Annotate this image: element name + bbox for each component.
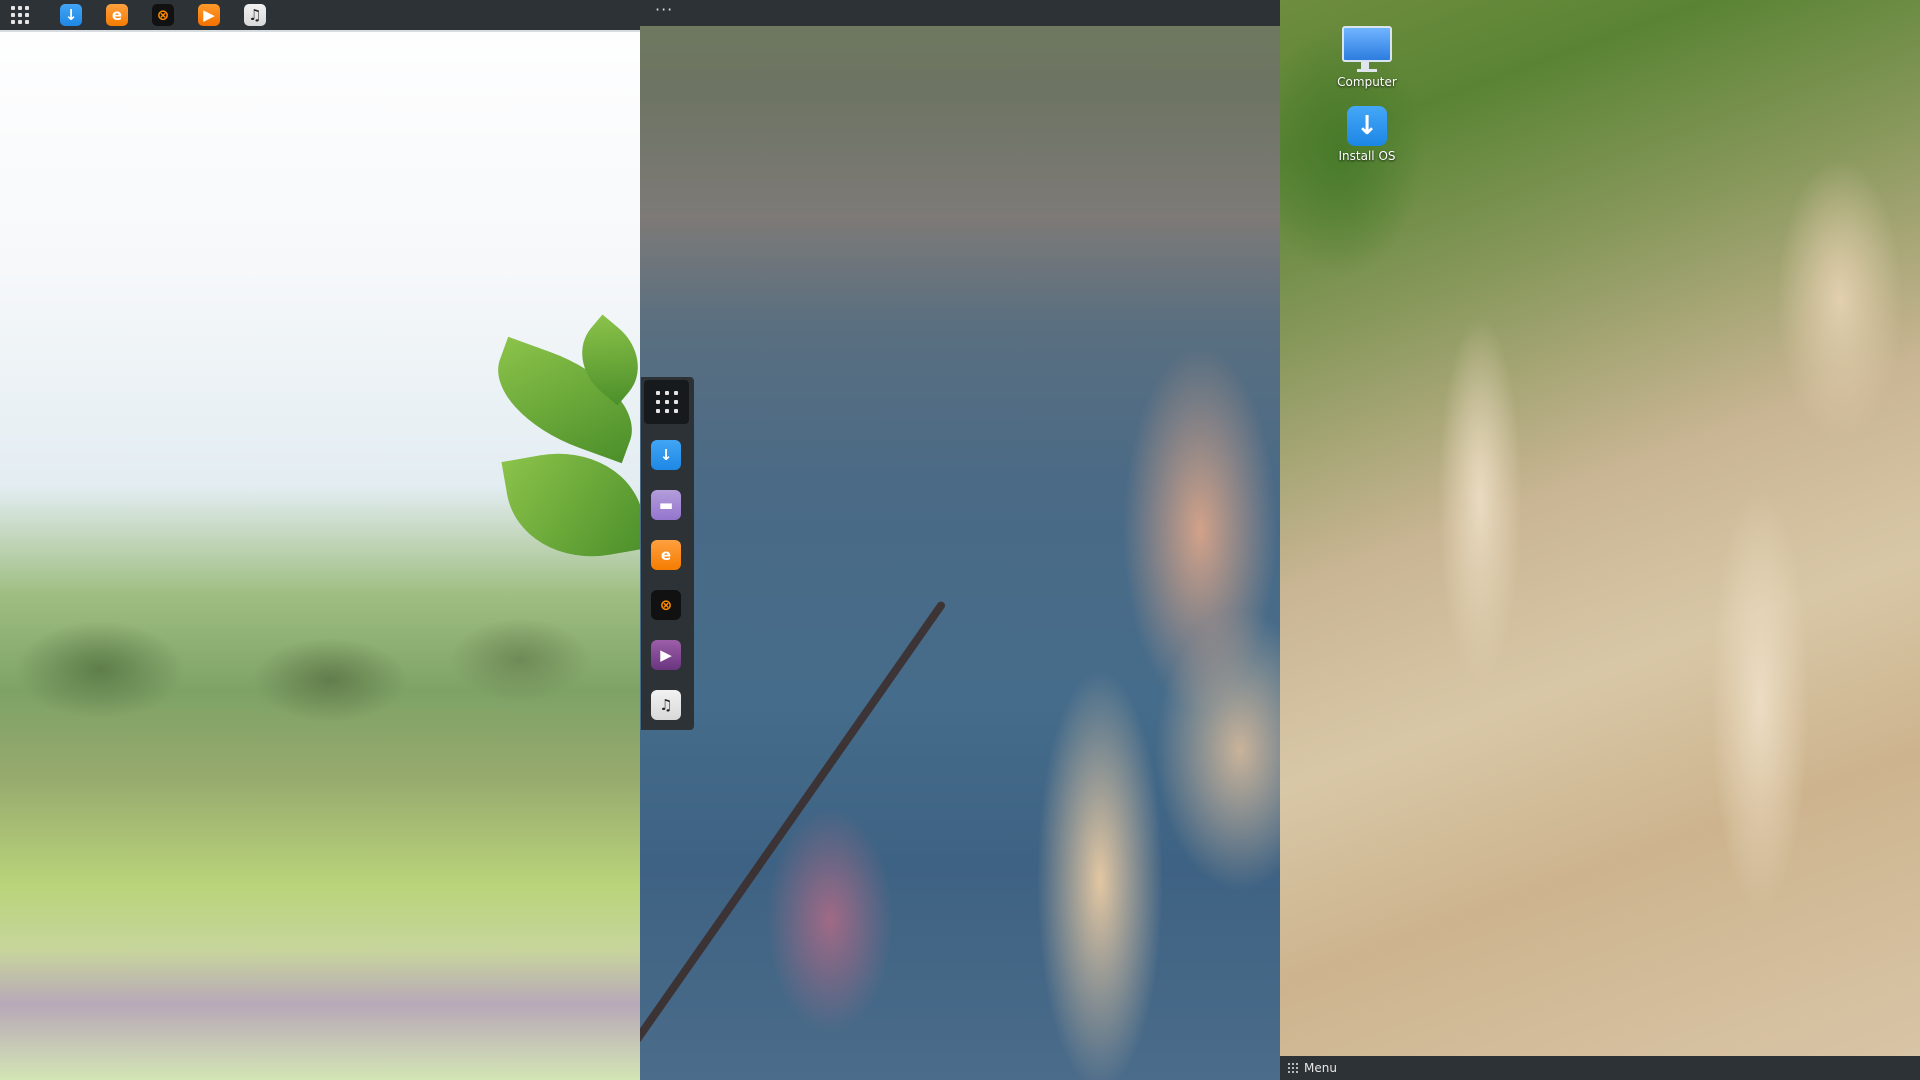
dock: ↓ ▬ e ⊗ ▶ ♫ [641, 377, 694, 730]
play-glyph: ▶ [203, 5, 215, 24]
desktop-icon-computer[interactable]: Computer [1322, 26, 1412, 89]
app-grid-icon[interactable] [644, 380, 689, 424]
menu-button[interactable]: Menu [1288, 1056, 1337, 1080]
install-os-icon: ↓ [1347, 106, 1387, 146]
app-grid-icon[interactable] [8, 3, 32, 27]
download-glyph: ↓ [659, 445, 673, 464]
desktop-icon-install-os[interactable]: ↓ Install OS [1322, 106, 1412, 163]
play-icon[interactable]: ▶ [198, 4, 220, 26]
menu-label: Menu [1304, 1061, 1337, 1075]
window-titlebar[interactable]: ··· [640, 0, 1280, 26]
desktop-icon-label: Install OS [1338, 149, 1396, 163]
folder-icon[interactable]: ▬ [651, 490, 681, 520]
download-icon[interactable]: ↓ [651, 440, 681, 470]
firefox-icon[interactable]: e [106, 4, 128, 26]
bottom-panel: Menu [1280, 1056, 1920, 1080]
x-app-icon[interactable]: ⊗ [651, 590, 681, 620]
folder-glyph: ▬ [658, 495, 674, 514]
music-icon[interactable]: ♫ [244, 4, 266, 26]
grass-decoration [940, 230, 1280, 1080]
app-grid-icon [1288, 1063, 1298, 1073]
flower-decoration [700, 760, 960, 1080]
wallpaper-middle-pane [640, 0, 1280, 1080]
download-glyph: ↓ [64, 5, 78, 24]
firefox-glyph: e [660, 545, 672, 564]
x-app-glyph: ⊗ [156, 5, 170, 24]
music-icon[interactable]: ♫ [651, 690, 681, 720]
video-play-icon[interactable]: ▶ [651, 640, 681, 670]
meadow-blur [0, 560, 640, 750]
desktop-icon-label: Computer [1337, 75, 1397, 89]
x-app-glyph: ⊗ [659, 595, 673, 614]
window-menu-dots[interactable]: ··· [655, 0, 673, 20]
music-glyph: ♫ [248, 5, 262, 24]
wallpaper-left-pane [0, 0, 640, 1080]
download-icon[interactable]: ↓ [60, 4, 82, 26]
x-app-icon[interactable]: ⊗ [152, 4, 174, 26]
firefox-icon[interactable]: e [651, 540, 681, 570]
top-panel: ↓ e ⊗ ▶ ♫ [0, 0, 640, 32]
firefox-glyph: e [111, 5, 123, 24]
computer-icon [1342, 26, 1392, 70]
video-glyph: ▶ [660, 645, 672, 664]
music-glyph: ♫ [659, 695, 673, 714]
